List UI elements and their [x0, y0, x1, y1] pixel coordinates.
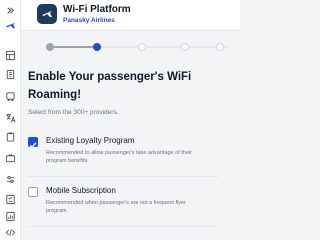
clipboard-icon[interactable]	[4, 130, 16, 142]
page-title: Enable Your passenger's WiFi Roaming!	[28, 71, 192, 101]
mobile-checkbox[interactable]	[28, 187, 38, 197]
code-icon[interactable]	[4, 226, 16, 238]
app-logo	[37, 4, 57, 24]
option-divider	[28, 226, 219, 227]
stepper-line-todo	[95, 46, 227, 48]
airline-name: Panasky Airlines	[63, 17, 115, 24]
checkmark-icon	[29, 142, 37, 149]
option-description: Recommended to allow passenger's take ad…	[46, 150, 192, 164]
sidebar	[0, 0, 21, 240]
stepper-line-done	[53, 46, 95, 48]
loyalty-checkbox[interactable]	[28, 137, 38, 149]
option-divider	[28, 176, 219, 177]
plane-logo-icon	[42, 11, 52, 17]
step-1-dot	[46, 43, 54, 51]
app-title: Wi-Fi Platform	[63, 4, 131, 15]
form-icon[interactable]	[4, 193, 16, 205]
app-header: Wi-Fi Platform Panasky Airlines	[21, 0, 240, 31]
grid-icon[interactable]	[4, 49, 16, 61]
document-icon[interactable]	[4, 68, 16, 80]
translate-icon[interactable]	[4, 111, 16, 123]
step-4-dot	[181, 43, 189, 51]
plane-icon[interactable]	[4, 19, 16, 31]
option-title: Mobile Subscription	[46, 186, 116, 195]
sliders-icon[interactable]	[4, 173, 16, 185]
option-description: Recommended when passenger's are not a f…	[46, 200, 186, 214]
step-5-dot	[216, 43, 224, 51]
collapse-icon[interactable]	[4, 4, 16, 16]
tv-icon[interactable]	[4, 152, 16, 164]
bus-icon[interactable]	[4, 90, 16, 102]
progress-stepper	[21, 30, 240, 60]
step-3-dot	[138, 43, 146, 51]
page-subtitle: Select from the 300+ providers.	[28, 109, 119, 116]
main-panel: Wi-Fi Platform Panasky Airlines Enable Y…	[21, 0, 240, 240]
report-icon[interactable]	[4, 210, 16, 222]
step-2-dot	[93, 43, 101, 51]
option-title: Existing Loyalty Program	[46, 136, 135, 145]
